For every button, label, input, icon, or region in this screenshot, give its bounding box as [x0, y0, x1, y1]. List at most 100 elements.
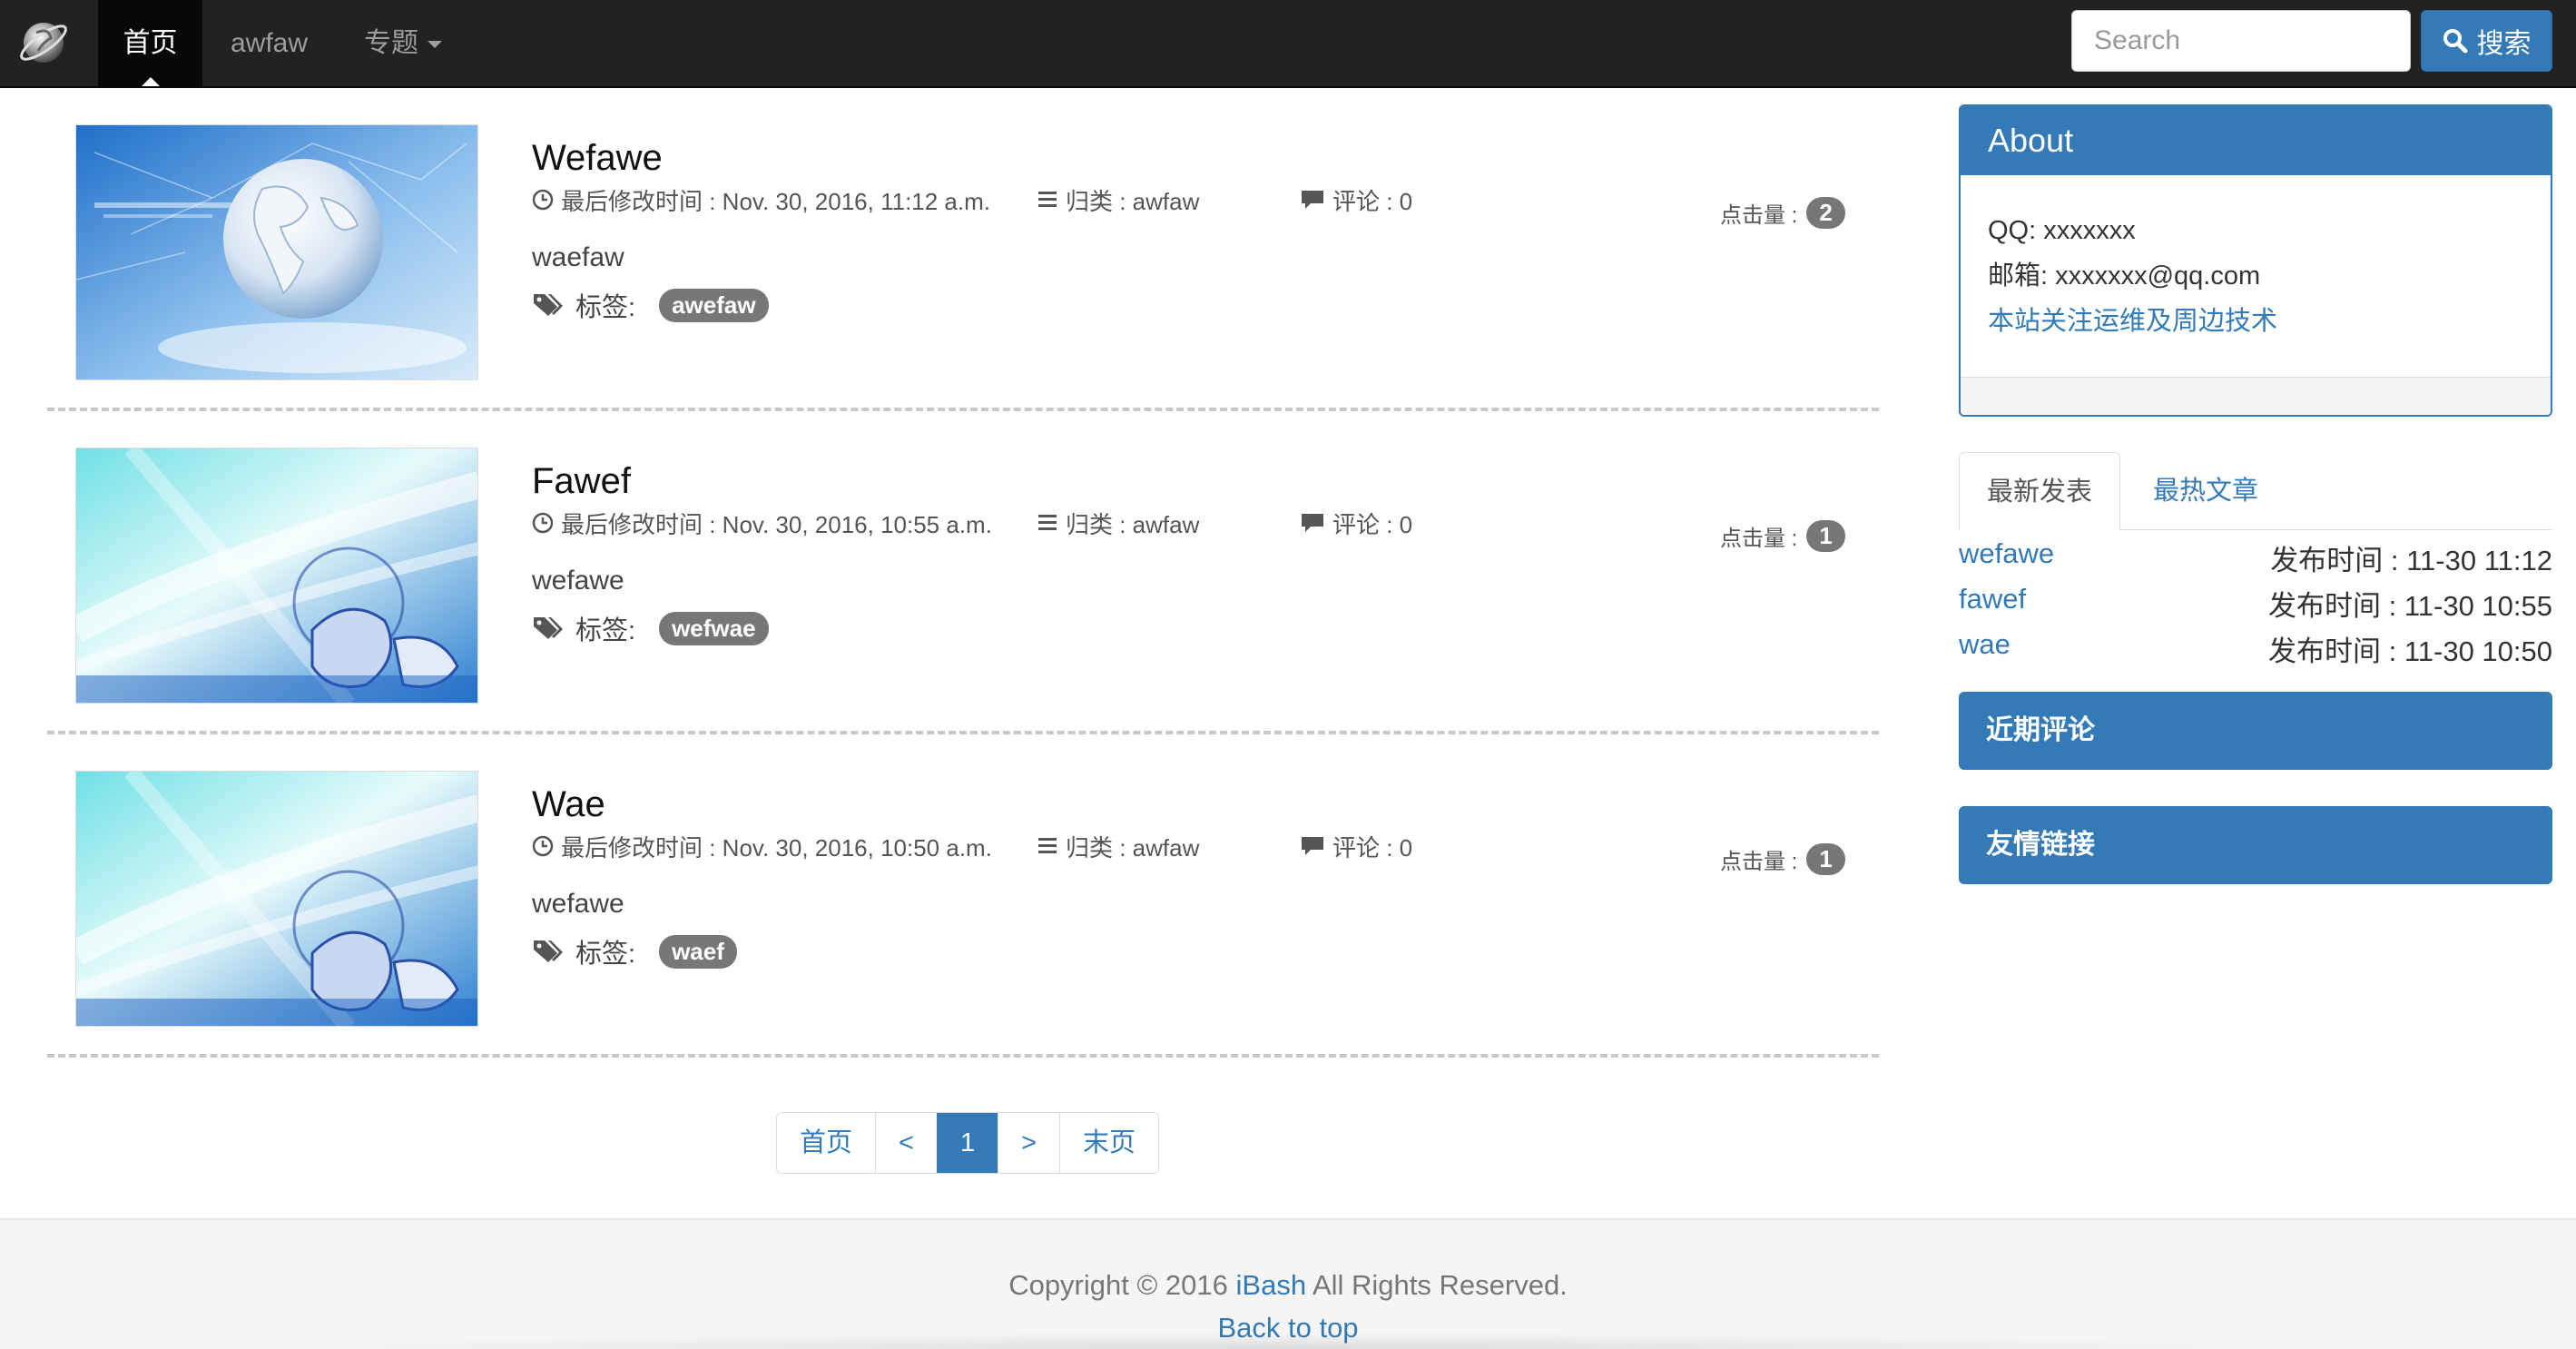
page-last[interactable]: 末页 [1059, 1113, 1159, 1173]
post-category: 归类 : awfaw [1037, 183, 1199, 217]
pagination: 首页 < 1 > 末页 [776, 1112, 1160, 1174]
modified-time-label: 最后修改时间 : Nov. 30, 2016, 10:50 a.m. [561, 833, 992, 862]
cyan-tech-hand-image [76, 448, 477, 703]
recent-post-time: 发布时间 : 11-30 10:50 [2267, 635, 2552, 667]
clock-icon [532, 512, 554, 534]
category-label: 归类 : awfaw [1066, 187, 1200, 215]
list-icon [1038, 192, 1057, 207]
about-footer [1961, 377, 2551, 415]
post-excerpt: wefawe [532, 566, 624, 596]
modified-time: 最后修改时间 : Nov. 30, 2016, 11:12 a.m. [532, 183, 990, 217]
recent-post-link[interactable]: fawef [1959, 583, 2026, 624]
post-comments: 评论 : 0 [1300, 183, 1412, 217]
post-item: Wae 最后修改时间 : Nov. 30, 2016, 10:50 a.m. 归… [47, 734, 1879, 1058]
friend-links-panel[interactable]: 友情链接 [1959, 806, 2552, 884]
copyright-suffix: All Rights Reserved. [1306, 1269, 1568, 1301]
page-first[interactable]: 首页 [777, 1113, 876, 1173]
recent-post-time: 发布时间 : 11-30 11:12 [2270, 545, 2552, 576]
tab-latest[interactable]: 最新发表 [1959, 452, 2121, 531]
post-title[interactable]: Fawef [532, 461, 631, 502]
about-email: 邮箱: xxxxxxx@qq.com [1988, 261, 2261, 290]
post-thumbnail[interactable] [75, 771, 478, 1027]
search-input[interactable] [2071, 10, 2411, 72]
nav-topics-dropdown[interactable]: 专题 [364, 0, 442, 86]
recent-comments-panel[interactable]: 近期评论 [1959, 692, 2552, 770]
recent-post-link[interactable]: wefawe [1959, 537, 2054, 578]
comments-label: 评论 : 0 [1332, 510, 1413, 538]
copyright-prefix: Copyright © 2016 [1008, 1269, 1236, 1301]
post-title[interactable]: Wefawe [532, 138, 663, 179]
active-indicator-icon [141, 77, 160, 86]
footer-shadow [272, 1333, 2304, 1349]
post-thumbnail[interactable] [75, 124, 478, 380]
about-title: About [1961, 106, 2551, 175]
tags-label: 标签: [575, 616, 636, 645]
search-icon [2443, 29, 2467, 54]
category-label: 归类 : awfaw [1066, 510, 1200, 538]
list-item: wae 发布时间 : 11-30 10:50 [1959, 628, 2552, 669]
modified-time-label: 最后修改时间 : Nov. 30, 2016, 10:55 a.m. [561, 510, 992, 538]
post-tags: 标签: waef [532, 932, 737, 970]
chevron-down-icon [428, 41, 442, 49]
post-tags: 标签: wefwae [532, 609, 769, 647]
search-button[interactable]: 搜索 [2421, 10, 2552, 72]
tags-icon [534, 617, 563, 639]
page-current[interactable]: 1 [936, 1113, 998, 1173]
post-hits: 点击量 : 1 [1720, 520, 1845, 552]
cyan-tech-hand-image [76, 772, 477, 1026]
post-comments: 评论 : 0 [1300, 830, 1412, 863]
post-item: Fawef 最后修改时间 : Nov. 30, 2016, 10:55 a.m.… [47, 411, 1879, 734]
hits-badge: 2 [1806, 197, 1845, 229]
brand-link[interactable]: iBash [1236, 1269, 1307, 1301]
post-tags: 标签: awefaw [532, 286, 769, 324]
list-item: wefawe 发布时间 : 11-30 11:12 [1959, 537, 2552, 578]
post-excerpt: waefaw [532, 242, 624, 272]
comments-label: 评论 : 0 [1332, 187, 1413, 215]
post-comments: 评论 : 0 [1300, 507, 1412, 540]
post-hits: 点击量 : 1 [1720, 843, 1845, 875]
globe-network-image [76, 125, 477, 379]
hits-label: 点击量 : [1720, 850, 1798, 874]
clock-icon [532, 835, 554, 857]
site-logo-icon[interactable] [16, 15, 71, 69]
tab-hottest[interactable]: 最热文章 [2126, 452, 2286, 530]
hits-label: 点击量 : [1720, 203, 1798, 228]
about-qq: QQ: xxxxxxx [1988, 216, 2136, 245]
list-icon [1038, 838, 1057, 853]
post-excerpt: wefawe [532, 889, 624, 919]
tag-badge[interactable]: waef [659, 934, 737, 969]
copyright: Copyright © 2016 iBash All Rights Reserv… [0, 1269, 2576, 1302]
nav-awfaw[interactable]: awfaw [231, 0, 308, 86]
recent-post-link[interactable]: wae [1959, 628, 2011, 669]
tag-badge[interactable]: wefwae [659, 611, 769, 645]
comment-icon [1302, 837, 1323, 855]
modified-time: 最后修改时间 : Nov. 30, 2016, 10:55 a.m. [532, 507, 992, 540]
page-footer: Copyright © 2016 iBash All Rights Reserv… [0, 1218, 2576, 1349]
modified-time: 最后修改时间 : Nov. 30, 2016, 10:50 a.m. [532, 830, 992, 863]
modified-time-label: 最后修改时间 : Nov. 30, 2016, 11:12 a.m. [561, 187, 991, 215]
nav-home-label: 首页 [123, 28, 178, 58]
about-focus: 本站关注运维及周边技术 [1988, 307, 2278, 336]
post-title[interactable]: Wae [532, 784, 605, 825]
post-hits: 点击量 : 2 [1720, 197, 1845, 229]
page-prev[interactable]: < [875, 1113, 937, 1173]
tags-label: 标签: [575, 940, 636, 969]
hits-label: 点击量 : [1720, 527, 1798, 551]
hits-badge: 1 [1806, 520, 1845, 552]
tag-badge[interactable]: awefaw [659, 288, 769, 322]
hits-badge: 1 [1806, 843, 1845, 875]
nav-awfaw-label: awfaw [231, 28, 309, 58]
recent-post-time: 发布时间 : 11-30 10:55 [2267, 590, 2552, 622]
about-panel: About QQ: xxxxxxx 邮箱: xxxxxxx@qq.com 本站关… [1959, 104, 2552, 417]
search-button-label: 搜索 [2476, 29, 2532, 59]
comment-icon [1302, 514, 1323, 532]
nav-topics-label: 专题 [364, 28, 418, 58]
list-icon [1038, 515, 1057, 530]
post-item: Wefawe 最后修改时间 : Nov. 30, 2016, 11:12 a.m… [47, 88, 1879, 411]
post-thumbnail[interactable] [75, 448, 478, 704]
about-body: QQ: xxxxxxx 邮箱: xxxxxxx@qq.com 本站关注运维及周边… [1961, 175, 2551, 344]
page-next[interactable]: > [998, 1113, 1060, 1173]
nav-home[interactable]: 首页 [98, 0, 202, 86]
tags-label: 标签: [575, 293, 636, 322]
category-label: 归类 : awfaw [1066, 833, 1200, 862]
